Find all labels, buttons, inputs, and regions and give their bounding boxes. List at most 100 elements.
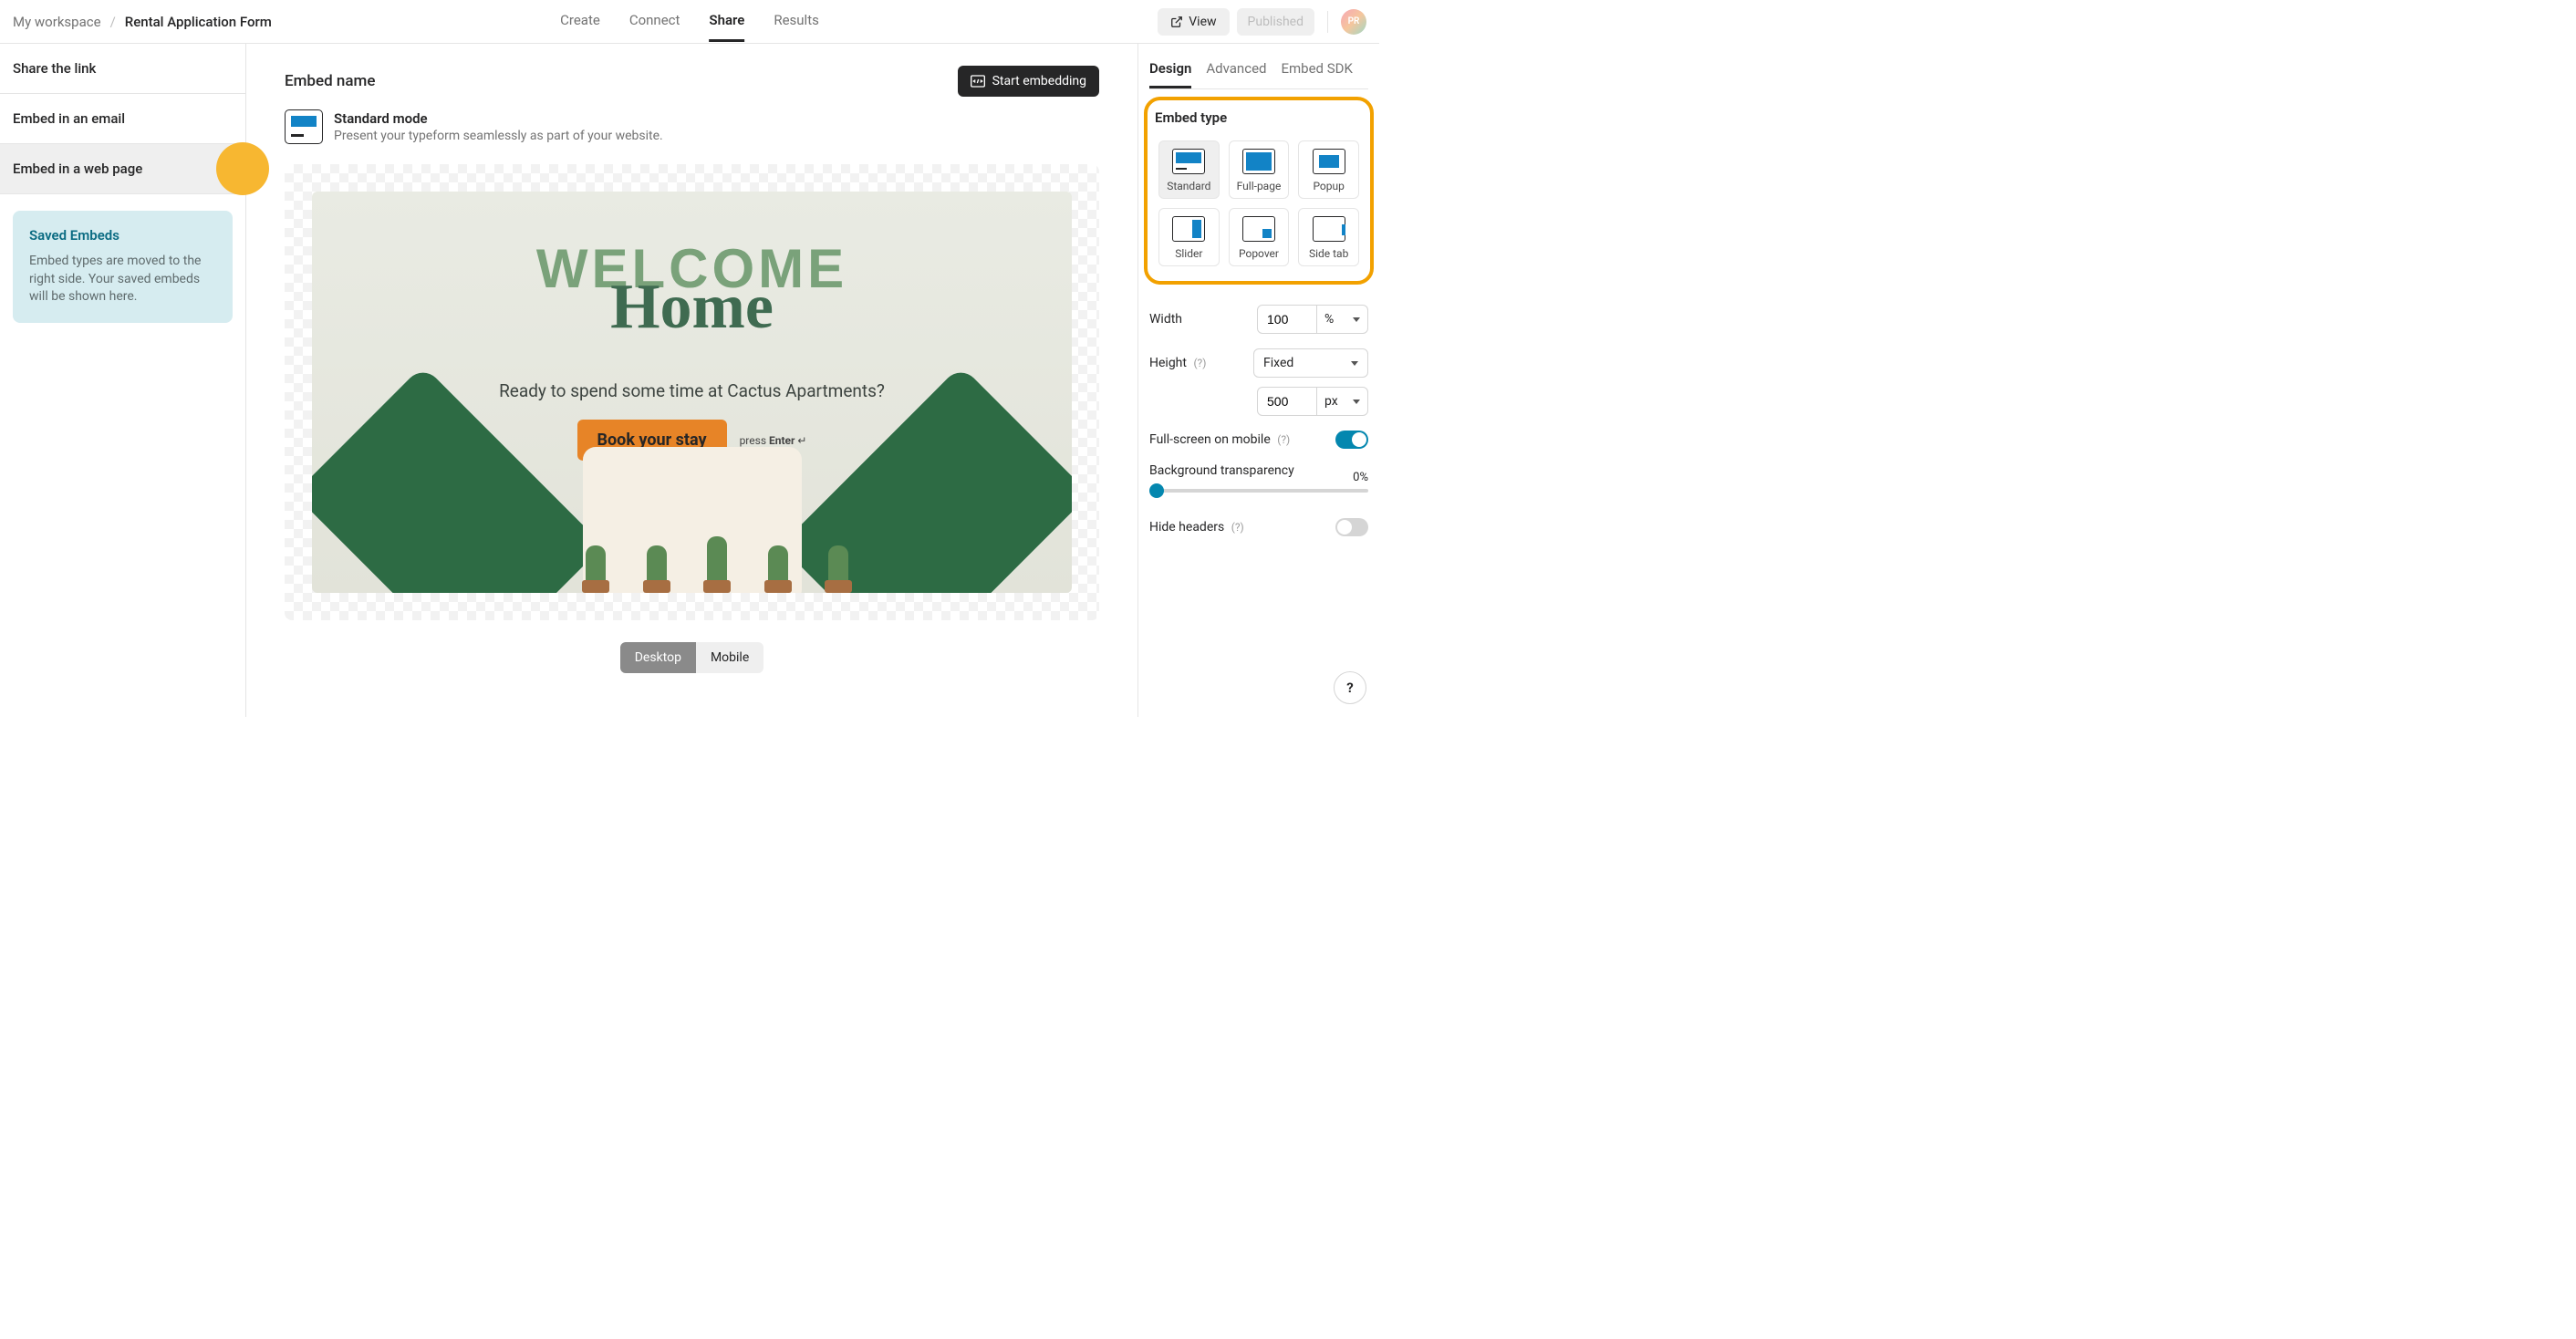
width-input-group: % bbox=[1257, 305, 1368, 334]
breadcrumb-form[interactable]: Rental Application Form bbox=[125, 14, 272, 30]
rtab-advanced[interactable]: Advanced bbox=[1206, 55, 1266, 88]
tab-connect[interactable]: Connect bbox=[629, 1, 680, 42]
center-header: Embed name Start embedding bbox=[285, 66, 1099, 97]
chevron-down-icon bbox=[1353, 400, 1360, 404]
help-icon[interactable]: (?) bbox=[1277, 433, 1290, 446]
height-unit-select[interactable]: px bbox=[1317, 387, 1368, 416]
popover-icon bbox=[1242, 216, 1275, 242]
embed-type-sidetab[interactable]: Side tab bbox=[1298, 208, 1359, 266]
embed-type-label-txt: Popup bbox=[1313, 180, 1344, 192]
tab-results[interactable]: Results bbox=[774, 1, 819, 42]
preview-container: WELCOME Home Ready to spend some time at… bbox=[285, 164, 1099, 620]
embed-type-slider[interactable]: Slider bbox=[1158, 208, 1220, 266]
embed-type-standard[interactable]: Standard bbox=[1158, 140, 1220, 199]
standard-icon bbox=[1172, 149, 1205, 174]
tip-body: Embed types are moved to the right side.… bbox=[29, 253, 216, 306]
popup-icon bbox=[1313, 149, 1345, 174]
tab-share[interactable]: Share bbox=[709, 1, 744, 42]
embed-type-label-txt: Standard bbox=[1167, 180, 1210, 192]
width-unit-select[interactable]: % bbox=[1317, 305, 1368, 334]
left-sidebar: Share the link Embed in an email Embed i… bbox=[0, 44, 246, 717]
chevron-down-icon bbox=[1351, 361, 1358, 366]
start-embedding-label: Start embedding bbox=[992, 74, 1086, 88]
height-unit: px bbox=[1324, 394, 1338, 409]
transparency-label: Background transparency bbox=[1149, 463, 1368, 478]
chevron-down-icon bbox=[1353, 317, 1360, 322]
right-panel: Design Advanced Embed SDK Embed type Sta… bbox=[1137, 44, 1379, 717]
view-label: View bbox=[1189, 15, 1216, 29]
view-button[interactable]: View bbox=[1158, 8, 1229, 36]
top-nav: Create Connect Share Results bbox=[560, 1, 819, 42]
transparency-value: 0% bbox=[1353, 471, 1368, 484]
topbar: My workspace / Rental Application Form C… bbox=[0, 0, 1379, 44]
device-toggle: Desktop Mobile bbox=[620, 642, 764, 673]
sidebar-item-embed-email[interactable]: Embed in an email bbox=[0, 94, 245, 144]
height-row: Height (?) Fixed bbox=[1149, 348, 1368, 378]
embed-name-heading: Embed name bbox=[285, 72, 375, 90]
cactus-icon bbox=[707, 536, 727, 582]
mode-title: Standard mode bbox=[334, 110, 663, 127]
help-icon[interactable]: (?) bbox=[1193, 357, 1206, 369]
avatar[interactable]: PR bbox=[1341, 9, 1366, 35]
fullscreen-label-txt: Full-screen on mobile bbox=[1149, 432, 1271, 447]
embed-type-popover[interactable]: Popover bbox=[1229, 208, 1290, 266]
main-layout: Share the link Embed in an email Embed i… bbox=[0, 44, 1379, 717]
transparency-slider[interactable]: 0% bbox=[1149, 489, 1368, 493]
cactus-icon bbox=[828, 545, 848, 582]
divider bbox=[1327, 11, 1328, 33]
hide-headers-row: Hide headers (?) bbox=[1149, 518, 1368, 536]
mode-desc: Present your typeform seamlessly as part… bbox=[334, 129, 663, 143]
fullscreen-toggle[interactable] bbox=[1335, 431, 1368, 449]
topright: View Published PR bbox=[1158, 8, 1366, 36]
sidebar-item-label: Embed in a web page bbox=[13, 161, 142, 177]
form-preview: WELCOME Home Ready to spend some time at… bbox=[312, 192, 1072, 593]
fullpage-icon bbox=[1242, 149, 1275, 174]
embed-type-highlight: Embed type Standard Full-page Popup Slid… bbox=[1144, 97, 1374, 285]
help-icon[interactable]: (?) bbox=[1231, 521, 1244, 534]
device-desktop[interactable]: Desktop bbox=[620, 642, 696, 673]
slider-icon bbox=[1172, 216, 1205, 242]
embed-type-label-txt: Side tab bbox=[1309, 247, 1348, 260]
height-mode: Fixed bbox=[1263, 356, 1293, 370]
breadcrumb-sep: / bbox=[110, 14, 116, 30]
width-label: Width bbox=[1149, 312, 1182, 327]
height-value-row: px bbox=[1149, 387, 1368, 416]
embed-type-popup[interactable]: Popup bbox=[1298, 140, 1359, 199]
width-input[interactable] bbox=[1257, 305, 1317, 334]
help-fab[interactable]: ? bbox=[1334, 671, 1366, 704]
height-input-group: px bbox=[1257, 387, 1368, 416]
published-button[interactable]: Published bbox=[1237, 8, 1314, 36]
rtab-embed-sdk[interactable]: Embed SDK bbox=[1281, 55, 1352, 88]
preview-decor bbox=[312, 438, 1072, 593]
embed-type-fullpage[interactable]: Full-page bbox=[1229, 140, 1290, 199]
cactus-icon bbox=[647, 545, 667, 582]
slider-thumb[interactable] bbox=[1149, 483, 1164, 498]
mode-row: Standard mode Present your typeform seam… bbox=[285, 109, 1099, 144]
height-label-txt: Height bbox=[1149, 356, 1187, 370]
external-link-icon bbox=[1170, 16, 1183, 28]
code-icon bbox=[971, 75, 985, 88]
tab-create[interactable]: Create bbox=[560, 1, 600, 42]
height-mode-select[interactable]: Fixed bbox=[1253, 348, 1368, 378]
saved-embeds-tip: Saved Embeds Embed types are moved to th… bbox=[13, 211, 233, 323]
rtab-design[interactable]: Design bbox=[1149, 55, 1191, 88]
height-input[interactable] bbox=[1257, 387, 1317, 416]
height-label: Height (?) bbox=[1149, 356, 1206, 370]
standard-mode-icon bbox=[285, 109, 323, 144]
hide-headers-label-txt: Hide headers bbox=[1149, 520, 1224, 535]
fullscreen-row: Full-screen on mobile (?) bbox=[1149, 431, 1368, 449]
mode-text: Standard mode Present your typeform seam… bbox=[334, 110, 663, 143]
cactus-icon bbox=[586, 545, 606, 582]
hide-headers-label: Hide headers (?) bbox=[1149, 520, 1244, 535]
embed-type-label-txt: Slider bbox=[1175, 247, 1202, 260]
width-unit: % bbox=[1324, 312, 1334, 327]
preview-question: Ready to spend some time at Cactus Apart… bbox=[499, 380, 885, 401]
sidebar-item-share-link[interactable]: Share the link bbox=[0, 44, 245, 94]
start-embedding-button[interactable]: Start embedding bbox=[958, 66, 1099, 97]
sidebar-item-embed-web[interactable]: Embed in a web page bbox=[0, 144, 245, 194]
embed-type-label: Embed type bbox=[1155, 109, 1363, 126]
width-row: Width % bbox=[1149, 305, 1368, 334]
breadcrumb-workspace[interactable]: My workspace bbox=[13, 14, 101, 30]
device-mobile[interactable]: Mobile bbox=[696, 642, 763, 673]
hide-headers-toggle[interactable] bbox=[1335, 518, 1368, 536]
